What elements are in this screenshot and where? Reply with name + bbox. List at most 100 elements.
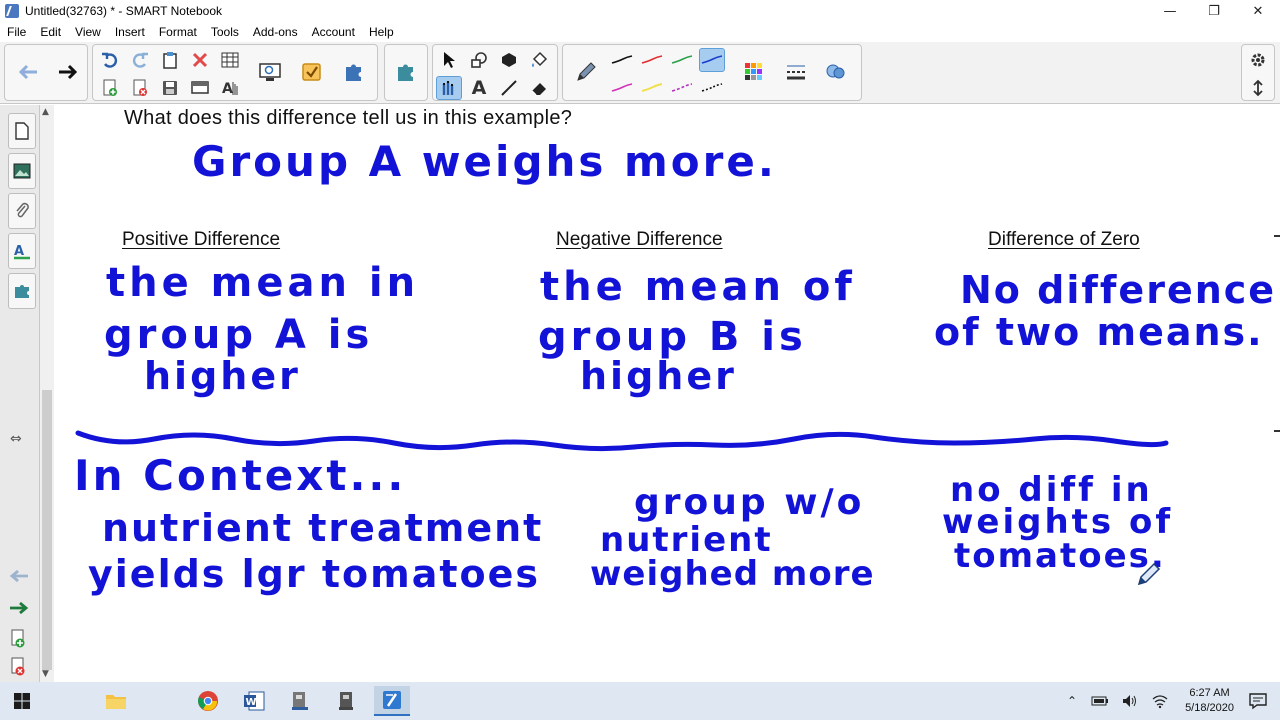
scroll-up-icon[interactable]: ▲: [42, 107, 49, 117]
scroll-thumb[interactable]: [42, 390, 52, 670]
menu-view[interactable]: View: [68, 25, 108, 39]
undo-button[interactable]: [97, 48, 123, 72]
eraser-tool-button[interactable]: [526, 76, 552, 100]
table-icon: [221, 52, 239, 68]
pens-tool-button[interactable]: [436, 76, 462, 100]
menu-help[interactable]: Help: [362, 25, 401, 39]
side-add-page-button[interactable]: [10, 629, 26, 654]
attachments-tab[interactable]: [8, 193, 36, 229]
taskbar-app-1[interactable]: [282, 686, 318, 716]
scroll-down-icon[interactable]: ▼: [42, 669, 49, 679]
menu-edit[interactable]: Edit: [33, 25, 68, 39]
save-button[interactable]: [157, 76, 183, 100]
start-button[interactable]: [4, 686, 40, 716]
navigation-group: [4, 44, 88, 101]
menu-tools[interactable]: Tools: [204, 25, 246, 39]
ink-context-zero-line-2: weights of: [942, 502, 1174, 542]
battery-icon[interactable]: [1091, 694, 1109, 708]
screen-shade-button[interactable]: [187, 76, 213, 100]
ink-context-zero-line-3: tomatoes.: [954, 536, 1166, 576]
ink-positive-line-2: group A is: [104, 312, 374, 358]
fill-effects-button[interactable]: [819, 55, 853, 89]
pen-icon: [577, 62, 596, 81]
show-hidden-icons-chevron-icon[interactable]: ⌃: [1067, 694, 1077, 708]
screen-shade-icon: [191, 81, 209, 94]
properties-tab[interactable]: A: [8, 233, 36, 269]
pen-style-black-dashed[interactable]: [699, 76, 725, 100]
smart-notebook-icon: [383, 691, 401, 709]
restore-button[interactable]: ❐: [1192, 0, 1236, 22]
whiteboard-canvas[interactable]: What does this difference tell us in thi…: [54, 105, 1280, 682]
move-toolbar-button[interactable]: [1245, 76, 1271, 100]
wifi-icon[interactable]: [1151, 693, 1169, 709]
screen-capture-icon: [259, 63, 281, 81]
pen-style-red[interactable]: [639, 48, 665, 72]
addons-tab[interactable]: [8, 273, 36, 309]
taskbar-file-explorer[interactable]: [98, 686, 134, 716]
add-ons-button[interactable]: [337, 55, 371, 89]
side-delete-page-button[interactable]: [10, 657, 26, 682]
screen-capture-button[interactable]: [253, 55, 287, 89]
delete-page-button[interactable]: [127, 76, 153, 100]
pen-type-button[interactable]: [569, 55, 603, 89]
pen-style-magenta[interactable]: [609, 76, 635, 100]
move-panel-handle[interactable]: ⇔: [10, 431, 22, 447]
notifications-icon[interactable]: [1248, 692, 1268, 710]
taskbar-app-2[interactable]: [328, 686, 364, 716]
paste-button[interactable]: [157, 48, 183, 72]
pen-style-purple-dashed[interactable]: [669, 76, 695, 100]
menu-format[interactable]: Format: [152, 25, 204, 39]
redo-icon: [132, 52, 148, 68]
ink-negative-line-3: higher: [580, 354, 737, 398]
activity-builder-button[interactable]: [295, 55, 329, 89]
color-palette-button[interactable]: [737, 55, 771, 89]
taskbar-smart-notebook[interactable]: [374, 686, 410, 716]
shapes-tool-button[interactable]: [466, 48, 492, 72]
line-thickness-button[interactable]: [779, 55, 813, 89]
side-next-page-button[interactable]: [8, 599, 30, 622]
menu-file[interactable]: File: [0, 25, 33, 39]
folder-icon: [106, 695, 126, 709]
svg-text:W: W: [246, 697, 257, 708]
arrow-left-icon: [18, 64, 37, 80]
taskbar-word[interactable]: W: [236, 686, 272, 716]
previous-page-button[interactable]: [11, 55, 45, 89]
page-sorter-tab[interactable]: [8, 113, 36, 149]
volume-icon[interactable]: [1121, 693, 1139, 709]
pen-style-yellow[interactable]: [639, 76, 665, 100]
add-page-button[interactable]: [97, 76, 123, 100]
pen-cursor-icon: [1137, 562, 1161, 586]
menu-bar: File Edit View Insert Format Tools Add-o…: [0, 22, 1280, 42]
table-button[interactable]: [217, 48, 243, 72]
gallery-addon-button[interactable]: [389, 55, 423, 89]
gallery-image-icon: [13, 163, 31, 179]
next-page-button[interactable]: [51, 55, 85, 89]
ink-context-negative-line-1: group w/o: [634, 482, 865, 523]
gallery-tab[interactable]: [8, 153, 36, 189]
pen-style-green[interactable]: [669, 48, 695, 72]
canvas-vertical-scrollbar[interactable]: ▲ ▼: [40, 105, 54, 682]
select-tool-button[interactable]: [436, 48, 462, 72]
close-button[interactable]: ✕: [1236, 0, 1280, 22]
side-previous-page-button[interactable]: [8, 567, 30, 590]
menu-insert[interactable]: Insert: [108, 25, 152, 39]
taskbar-clock[interactable]: 6:27 AM 5/18/2020: [1185, 686, 1234, 716]
delete-button[interactable]: [187, 48, 213, 72]
desktop-app-2-icon: [339, 692, 353, 710]
menu-addons[interactable]: Add-ons: [246, 25, 305, 39]
pen-style-blue[interactable]: [699, 48, 725, 72]
regular-polygons-button[interactable]: [496, 48, 522, 72]
customize-toolbar-button[interactable]: [1245, 48, 1271, 72]
minimize-button[interactable]: —: [1148, 0, 1192, 22]
pen-style-black[interactable]: [609, 48, 635, 72]
menu-account[interactable]: Account: [305, 25, 362, 39]
fill-tool-button[interactable]: [526, 48, 552, 72]
ink-zero-line-1: No difference: [960, 268, 1277, 312]
line-tool-button[interactable]: [496, 76, 522, 100]
text-properties-button[interactable]: A: [217, 76, 243, 100]
taskbar-chrome[interactable]: [190, 686, 226, 716]
color-grid-icon: [745, 63, 762, 80]
redo-button[interactable]: [127, 48, 153, 72]
text-tool-button[interactable]: A: [466, 76, 492, 100]
ink-context-positive-line-2: yields lgr tomatoes: [88, 552, 541, 596]
